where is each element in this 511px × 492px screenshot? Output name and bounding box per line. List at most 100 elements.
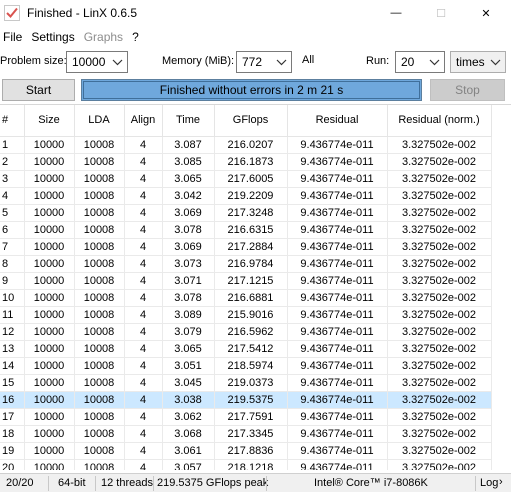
cell-size: 10000 [24,442,75,460]
table-row[interactable]: 4 10000 10008 4 3.042 219.2209 9.436774e-011 3.… [0,187,492,205]
cell-residual-norm: 3.327502e-002 [387,391,492,409]
cell-time: 3.062 [162,408,215,426]
run-label: Run: [366,55,390,67]
cell-time: 3.051 [162,357,215,375]
column-header-lda[interactable]: LDA [74,105,125,137]
cell-time: 3.078 [162,221,215,239]
problem-size-select[interactable]: 10000 [66,51,128,73]
memory-select[interactable]: 772 [236,51,292,73]
cell-size: 10000 [24,153,75,171]
table-row[interactable]: 14 10000 10008 4 3.051 218.5974 9.436774e-011 3… [0,357,492,375]
table-row[interactable]: 15 10000 10008 4 3.045 219.0373 9.436774e-011 3… [0,374,492,392]
table-row[interactable]: 11 10000 10008 4 3.089 215.9016 9.436774e-011 3… [0,306,492,324]
column-header-index[interactable]: # [0,105,25,137]
column-header-time[interactable]: Time [162,105,215,137]
column-header-gflops[interactable]: GFlops [214,105,288,137]
cell-residual-norm: 3.327502e-002 [387,459,492,470]
table-row[interactable]: 16 10000 10008 4 3.038 219.5375 9.436774e-011 3… [0,391,492,409]
cell-lda: 10008 [74,187,125,205]
cell-align: 4 [124,272,163,290]
cell-align: 4 [124,221,163,239]
all-memory-label[interactable]: All [302,54,314,66]
cell-residual-norm: 3.327502e-002 [387,255,492,273]
cell-residual-norm: 3.327502e-002 [387,323,492,341]
close-button[interactable]: ✕ [463,0,509,26]
table-row[interactable]: 1 10000 10008 4 3.087 216.0207 9.436774e-011 3.… [0,136,492,154]
cell-align: 4 [124,255,163,273]
menu-settings[interactable]: Settings [28,30,80,44]
chevron-right-icon[interactable]: › [499,476,503,488]
column-header-align[interactable]: Align [124,105,163,137]
separator [475,476,476,491]
menu-file[interactable]: File [0,30,28,44]
cell-gflops: 216.0207 [214,136,288,154]
cell-index: 18 [0,425,25,443]
cell-lda: 10008 [74,374,125,392]
cell-index: 10 [0,289,25,307]
cell-index: 3 [0,170,25,188]
cell-lda: 10008 [74,204,125,222]
chevron-down-icon [276,59,287,66]
cell-time: 3.079 [162,323,215,341]
cell-time: 3.073 [162,255,215,273]
table-row[interactable]: 20 10000 10008 4 3.057 218.1218 9.436774e-011 3… [0,459,492,470]
cell-lda: 10008 [74,272,125,290]
cell-index: 5 [0,204,25,222]
cell-residual: 9.436774e-011 [287,187,388,205]
start-button[interactable]: Start [2,79,75,101]
column-header-residual[interactable]: Residual [287,105,388,137]
log-button[interactable]: Log [480,477,498,489]
cell-time: 3.069 [162,204,215,222]
cell-residual: 9.436774e-011 [287,170,388,188]
cell-size: 10000 [24,221,75,239]
cell-time: 3.045 [162,374,215,392]
cell-gflops: 215.9016 [214,306,288,324]
table-row[interactable]: 19 10000 10008 4 3.061 217.8836 9.436774e-011 3… [0,442,492,460]
minimize-button[interactable]: — [373,0,419,26]
cell-index: 19 [0,442,25,460]
cell-residual-norm: 3.327502e-002 [387,425,492,443]
cell-lda: 10008 [74,255,125,273]
cell-gflops: 217.3248 [214,204,288,222]
problem-size-value: 10000 [72,55,106,69]
stop-button[interactable]: Stop [430,79,505,101]
separator [48,476,49,491]
cell-gflops: 219.2209 [214,187,288,205]
table-row[interactable]: 2 10000 10008 4 3.085 216.1873 9.436774e-011 3.… [0,153,492,171]
cell-align: 4 [124,340,163,358]
cell-residual-norm: 3.327502e-002 [387,187,492,205]
cell-lda: 10008 [74,442,125,460]
cell-index: 7 [0,238,25,256]
table-row[interactable]: 9 10000 10008 4 3.071 217.1215 9.436774e-011 3.… [0,272,492,290]
maximize-button[interactable]: ☐ [418,0,464,26]
table-row[interactable]: 7 10000 10008 4 3.069 217.2884 9.436774e-011 3.… [0,238,492,256]
menu-graphs[interactable]: Graphs [81,30,129,44]
run-mode-value: times [456,55,485,69]
table-row[interactable]: 18 10000 10008 4 3.068 217.3345 9.436774e-011 3… [0,425,492,443]
cell-residual-norm: 3.327502e-002 [387,153,492,171]
cell-time: 3.069 [162,238,215,256]
parameters-row: Problem size: 10000 Memory (MiB): 772 Al… [0,50,511,74]
menu-help[interactable]: ? [129,30,145,44]
run-mode-select[interactable]: times [450,51,506,73]
column-header-size[interactable]: Size [24,105,75,137]
cell-residual-norm: 3.327502e-002 [387,170,492,188]
table-row[interactable]: 13 10000 10008 4 3.065 217.5412 9.436774e-011 3… [0,340,492,358]
column-header-residual-norm[interactable]: Residual (norm.) [387,105,492,137]
cell-align: 4 [124,374,163,392]
cell-index: 14 [0,357,25,375]
table-row[interactable]: 6 10000 10008 4 3.078 216.6315 9.436774e-011 3.… [0,221,492,239]
table-row[interactable]: 3 10000 10008 4 3.065 217.6005 9.436774e-011 3.… [0,170,492,188]
cell-lda: 10008 [74,323,125,341]
table-row[interactable]: 5 10000 10008 4 3.069 217.3248 9.436774e-011 3.… [0,204,492,222]
table-row[interactable]: 10 10000 10008 4 3.078 216.6881 9.436774e-011 3… [0,289,492,307]
table-row[interactable]: 8 10000 10008 4 3.073 216.9784 9.436774e-011 3.… [0,255,492,273]
cell-gflops: 217.6005 [214,170,288,188]
results-table[interactable]: # Size LDA Align Time GFlops Residual Re… [0,104,511,470]
table-row[interactable]: 12 10000 10008 4 3.079 216.5962 9.436774e-011 3… [0,323,492,341]
cell-time: 3.042 [162,187,215,205]
table-row[interactable]: 17 10000 10008 4 3.062 217.7591 9.436774e-011 3… [0,408,492,426]
chevron-down-icon [112,59,123,66]
run-count-select[interactable]: 20 [395,51,445,73]
cell-gflops: 216.5962 [214,323,288,341]
